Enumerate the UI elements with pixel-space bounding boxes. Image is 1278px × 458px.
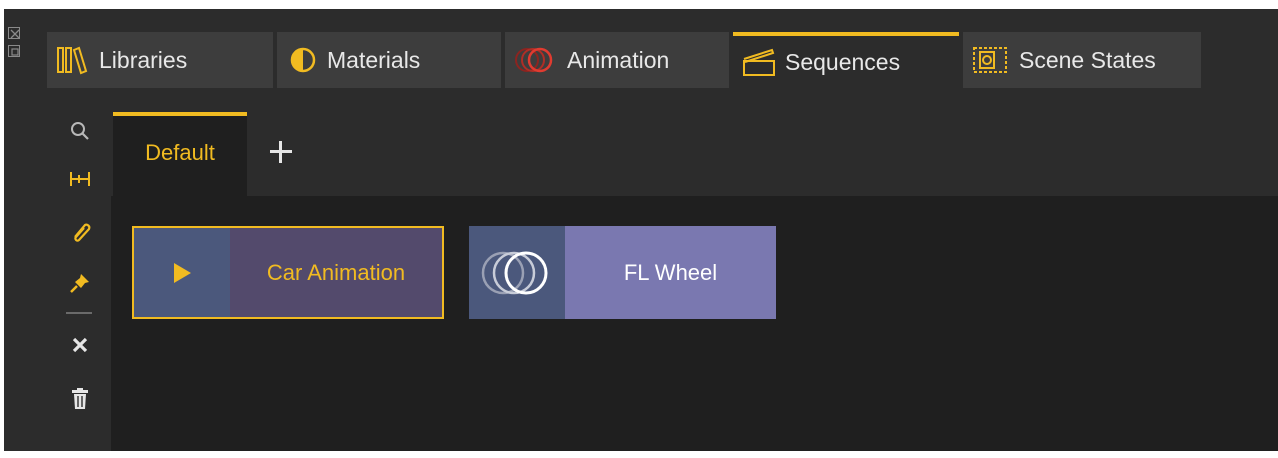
animation-rings-icon	[469, 226, 565, 319]
left-toolbar	[54, 112, 106, 451]
animation-icon	[513, 45, 559, 75]
search-icon[interactable]	[62, 116, 98, 146]
tab-materials[interactable]: Materials	[277, 32, 501, 88]
sequences-panel: Default Car Animation FL Wheel	[111, 112, 1278, 451]
trash-icon[interactable]	[62, 384, 98, 414]
play-icon[interactable]	[134, 228, 230, 317]
add-tab-button[interactable]	[267, 138, 295, 166]
sequence-label: FL Wheel	[565, 226, 776, 319]
sequences-icon	[741, 47, 777, 77]
libraries-icon	[55, 45, 91, 75]
tab-label: Materials	[327, 46, 421, 73]
pin-icon[interactable]	[62, 268, 98, 298]
sequence-label: Car Animation	[230, 228, 442, 317]
close-window-icon[interactable]	[8, 27, 20, 39]
window-controls	[8, 27, 24, 77]
tab-label: Animation	[567, 46, 670, 73]
tab-label: Scene States	[1019, 46, 1156, 73]
tab-label: Sequences	[785, 48, 901, 75]
fit-icon[interactable]	[62, 164, 98, 194]
float-window-icon[interactable]	[8, 45, 20, 57]
tab-animation[interactable]: Animation	[505, 32, 729, 88]
tab-scene-states[interactable]: Scene States	[963, 32, 1201, 88]
tab-default[interactable]: Default	[113, 112, 247, 196]
close-icon[interactable]	[62, 330, 98, 360]
sequence-item-fl-wheel[interactable]: FL Wheel	[469, 226, 776, 319]
scene-states-icon	[971, 45, 1011, 75]
tab-label: Libraries	[99, 46, 188, 73]
toolbar-separator	[66, 312, 92, 314]
sequence-item-car-animation[interactable]: Car Animation	[132, 226, 444, 319]
tab-sequences[interactable]: Sequences	[733, 32, 959, 88]
attach-icon[interactable]	[62, 216, 98, 246]
tab-libraries[interactable]: Libraries	[47, 32, 273, 88]
materials-icon	[289, 45, 319, 75]
sequence-group-tabs: Default	[111, 112, 1278, 196]
tab-label: Default	[145, 140, 215, 165]
